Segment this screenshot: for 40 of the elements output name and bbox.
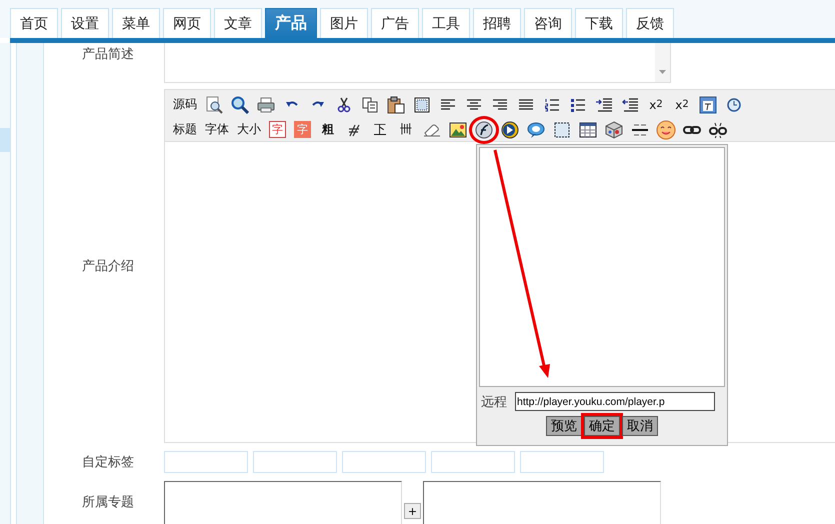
nav-tab[interactable]: 反馈	[626, 8, 674, 38]
nav-tab[interactable]: 下载	[575, 8, 623, 38]
nav-tab[interactable]: 图片	[320, 8, 368, 38]
toolbar-button[interactable]: 下	[367, 118, 393, 140]
nav-tab[interactable]: 设置	[61, 8, 109, 38]
nav-tab[interactable]: 工具	[422, 8, 470, 38]
nav-tab[interactable]: 文章	[214, 8, 262, 38]
tag-field[interactable]	[431, 451, 515, 473]
toolbar-button[interactable]: 字体	[201, 118, 233, 140]
field-label: 产品介绍	[81, 258, 135, 275]
dialog-button[interactable]: 取消	[622, 416, 658, 436]
toolbar-button[interactable]: 源码	[169, 94, 201, 116]
field-label: 产品简述	[81, 46, 135, 64]
nav-tab[interactable]: 广告	[371, 8, 419, 38]
field-label: 自定标签	[81, 454, 135, 471]
toolbar-button[interactable]: 字	[269, 121, 286, 138]
tag-field[interactable]	[164, 451, 248, 473]
listbox[interactable]	[164, 481, 402, 524]
dialog-button[interactable]: 预览	[546, 416, 582, 436]
dialog-button[interactable]: 确定	[584, 416, 620, 436]
nav-tab[interactable]: 咨询	[524, 8, 572, 38]
nav-tab[interactable]: 产品	[265, 8, 317, 38]
url-field[interactable]: http://player.youku.com/player.p	[515, 392, 715, 411]
nav-tab[interactable]: 首页	[10, 8, 58, 38]
tag-field[interactable]	[253, 451, 337, 473]
url-label: 远程	[481, 394, 507, 410]
nav-tab[interactable]: 招聘	[473, 8, 521, 38]
scroll-down-icon[interactable]	[659, 70, 666, 74]
toolbar-button[interactable]: 大小	[233, 118, 265, 140]
toolbar-button[interactable]: 标题	[169, 118, 201, 140]
listbox[interactable]	[423, 481, 661, 524]
toolbar-button[interactable]: 粗	[315, 118, 341, 140]
add-button[interactable]: +	[404, 503, 421, 519]
scrollbar[interactable]	[655, 43, 670, 82]
field-label: 所属专题	[81, 494, 135, 512]
nav-tab[interactable]: 网页	[163, 8, 211, 38]
nav-tab[interactable]: 菜单	[112, 8, 160, 38]
toolbar-button[interactable]: 卌	[393, 118, 419, 140]
tag-field[interactable]	[520, 451, 604, 473]
tag-field[interactable]	[342, 451, 426, 473]
